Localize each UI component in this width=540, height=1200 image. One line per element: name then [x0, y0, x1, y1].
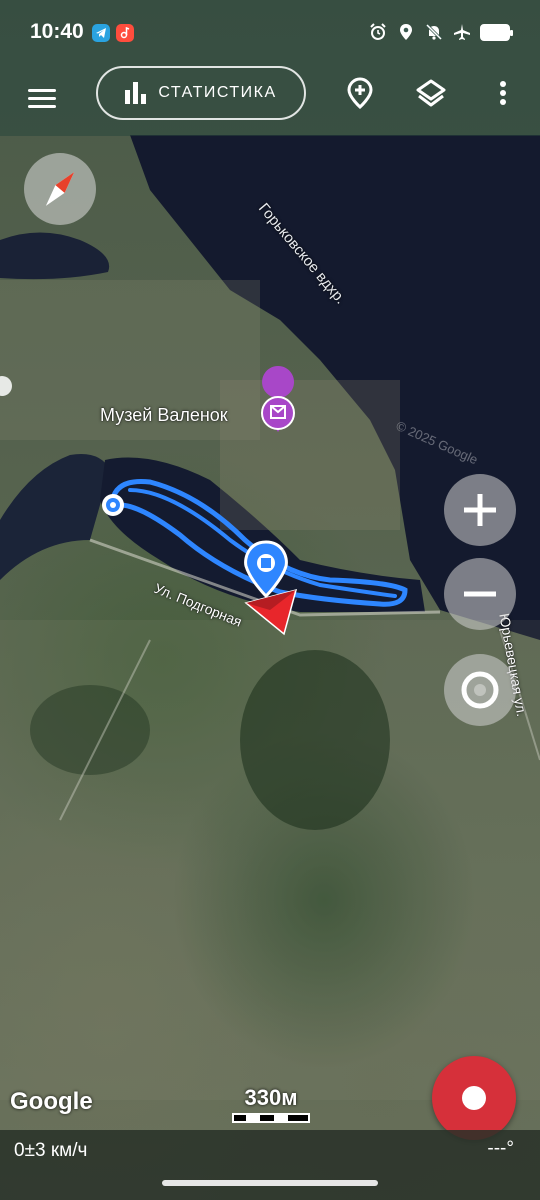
- my-location-button[interactable]: [444, 654, 516, 726]
- compass-icon: [45, 172, 75, 206]
- status-time: 10:40: [30, 20, 84, 43]
- zoom-out-button[interactable]: [444, 558, 516, 630]
- statistics-button[interactable]: СТАТИСТИКА: [96, 66, 306, 120]
- lake-water: [0, 232, 110, 280]
- alarm-icon: [368, 22, 388, 42]
- location-icon: [396, 22, 416, 42]
- telegram-icon: [92, 24, 110, 42]
- layers-icon[interactable]: [414, 76, 448, 110]
- compass-button[interactable]: [24, 153, 96, 225]
- google-logo: Google: [10, 1088, 93, 1115]
- top-toolbar: СТАТИСТИКА: [0, 66, 540, 136]
- record-icon: [462, 1086, 486, 1110]
- river-water: [0, 454, 110, 580]
- home-indicator[interactable]: [162, 1180, 378, 1186]
- scale-ruler: [232, 1113, 310, 1123]
- bottom-info-bar: 0±3 км/ч ---°: [0, 1130, 540, 1200]
- bar-chart-icon: [125, 82, 147, 104]
- minus-icon: [464, 591, 496, 597]
- target-icon: [461, 671, 499, 709]
- speed-readout: 0±3 км/ч: [14, 1140, 88, 1161]
- scale-bar: 330м: [232, 1085, 310, 1123]
- poi-label[interactable]: Музей Валенок: [100, 405, 228, 426]
- mute-icon: [424, 22, 444, 42]
- statistics-button-label: СТАТИСТИКА: [158, 84, 277, 101]
- plus-icon: [464, 494, 496, 526]
- battery-icon: [480, 23, 513, 41]
- scale-label: 330м: [244, 1085, 298, 1110]
- add-location-icon[interactable]: [344, 76, 378, 110]
- record-button[interactable]: [432, 1056, 516, 1140]
- status-bar: 10:40: [0, 0, 540, 66]
- airplane-icon: [452, 22, 472, 42]
- heading-readout: ---°: [487, 1138, 514, 1159]
- zoom-in-button[interactable]: [444, 474, 516, 546]
- music-app-icon: [116, 24, 134, 42]
- menu-button[interactable]: [28, 84, 68, 118]
- more-vert-icon[interactable]: [488, 76, 518, 110]
